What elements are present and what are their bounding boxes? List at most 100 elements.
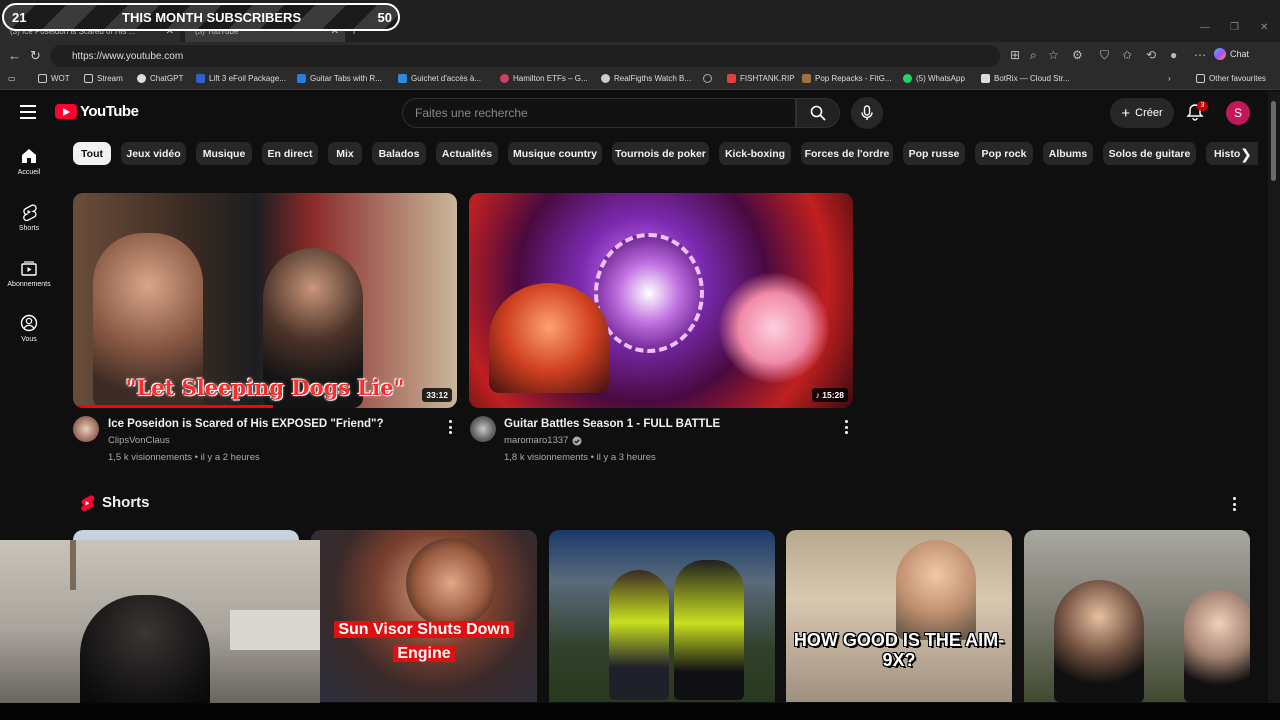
other-favourites[interactable]: Other favourites	[1196, 74, 1266, 83]
chip-pop-rock[interactable]: Pop rock	[975, 142, 1033, 165]
more-options-icon[interactable]	[843, 420, 849, 434]
channel-name[interactable]: maromaro1337	[504, 435, 582, 446]
home-icon	[22, 149, 36, 163]
sidebar-item-you[interactable]: Vous	[0, 314, 58, 343]
bookmark-label: FISHTANK.RIP	[740, 74, 795, 83]
shield-icon[interactable]: ⛉	[1100, 48, 1109, 63]
bookmark-item[interactable]: ChatGPT	[137, 74, 183, 83]
chip-pop-russe[interactable]: Pop russe	[903, 142, 965, 165]
video-title[interactable]: Guitar Battles Season 1 - FULL BATTLE	[504, 418, 720, 430]
url-field[interactable]: https://www.youtube.com	[50, 45, 1000, 67]
chatgpt-icon	[137, 74, 146, 83]
chip-actualites[interactable]: Actualités	[436, 142, 498, 165]
room-furniture	[230, 610, 320, 650]
zoom-icon[interactable]: ⌕	[1030, 48, 1037, 63]
maximize-icon[interactable]: ❐	[1230, 22, 1239, 33]
chip-balados[interactable]: Balados	[372, 142, 426, 165]
chip-kick-boxing[interactable]: Kick-boxing	[719, 142, 791, 165]
chip-jeux-video[interactable]: Jeux vidéo	[121, 142, 186, 165]
more-options-icon[interactable]	[447, 420, 453, 434]
view-count: 1,8 k visionnements	[504, 452, 588, 463]
chevron-right-icon[interactable]: ❯	[1236, 144, 1256, 164]
bookmark-item[interactable]: RealFigths Watch B...	[601, 74, 691, 83]
bookmark-item[interactable]: FISHTANK.RIP	[727, 74, 795, 83]
video-title[interactable]: Ice Poseidon is Scared of His EXPOSED "F…	[108, 418, 383, 430]
chip-albums[interactable]: Albums	[1043, 142, 1093, 165]
search-icon	[810, 105, 826, 121]
bookmark-item[interactable]: Pop Repacks - FitG...	[802, 74, 891, 83]
bookmark-item[interactable]: (5) WhatsApp	[903, 74, 965, 83]
menu-icon[interactable]	[20, 105, 36, 119]
history-icon[interactable]: ⟲	[1146, 48, 1156, 62]
video-thumbnail[interactable]: "Let Sleeping Dogs Lie" 33:12	[73, 193, 457, 408]
chip-musique-country[interactable]: Musique country	[508, 142, 602, 165]
search-input[interactable]: Faites une recherche	[402, 98, 796, 128]
account-avatar[interactable]: S	[1226, 101, 1250, 125]
copilot-chat-button[interactable]: Chat	[1214, 48, 1249, 60]
back-icon[interactable]: ←	[8, 48, 21, 63]
create-button[interactable]: + Créer	[1110, 98, 1174, 128]
bookmark-item[interactable]: Guichet d'accès à...	[398, 74, 481, 83]
chevron-right-icon[interactable]: ›	[1168, 74, 1171, 83]
bookmarks-bar: ▭ WOT Stream ChatGPT Lift 3 eFoil Packag…	[0, 70, 1280, 90]
short-card[interactable]	[549, 530, 775, 702]
extensions-icon[interactable]: ⚙	[1072, 48, 1083, 62]
bookmark-item[interactable]: Stream	[84, 74, 123, 83]
short-card[interactable]: HOW GOOD IS THE AIM-9X?	[786, 530, 1012, 702]
sidebar-label: Shorts	[18, 225, 40, 232]
reading-icon[interactable]: ▭	[8, 74, 16, 83]
bookmark-item[interactable]: WOT	[38, 74, 70, 83]
bookmark-label: Hamilton ETFs – G...	[513, 74, 588, 83]
short-caption: Sun Visor Shuts Down Engine	[311, 618, 537, 666]
bookmark-item[interactable]: Guitar Tabs with R...	[297, 74, 382, 83]
page-scrollbar[interactable]	[1268, 91, 1280, 703]
chip-en-direct[interactable]: En direct	[262, 142, 318, 165]
bookmark-item[interactable]: BotRix — Cloud Str...	[981, 74, 1070, 83]
subscriptions-icon	[21, 261, 37, 276]
channel-name[interactable]: ClipsVonClaus	[108, 435, 170, 446]
search-button[interactable]	[796, 98, 840, 128]
sidebar-item-home[interactable]: Accueil	[0, 147, 58, 176]
chip-solos-guitare[interactable]: Solos de guitare	[1103, 142, 1196, 165]
bookmark-item[interactable]: Hamilton ETFs – G...	[500, 74, 588, 83]
refresh-icon[interactable]: ↻	[30, 48, 41, 64]
app-icon[interactable]: ⊞	[1010, 48, 1020, 62]
yt-header: YouTube Faites une recherche + Créer 3 S	[0, 91, 1268, 135]
more-options-icon[interactable]	[1231, 497, 1237, 511]
more-icon[interactable]: ⋯	[1194, 48, 1206, 62]
sun-graphic	[719, 273, 829, 383]
chip-mix[interactable]: Mix	[328, 142, 362, 165]
bookmark-item[interactable]	[703, 74, 716, 83]
hamilton-icon	[500, 74, 509, 83]
youtube-logo[interactable]: YouTube	[55, 103, 139, 120]
channel-avatar[interactable]	[73, 416, 99, 442]
channel-avatar[interactable]	[470, 416, 496, 442]
star-icon[interactable]: ☆	[1048, 48, 1059, 62]
short-card[interactable]: Sun Visor Shuts Down Engine	[311, 530, 537, 702]
video-thumbnail[interactable]: ♪ 15:28	[469, 193, 853, 408]
create-label: Créer	[1135, 107, 1163, 119]
profile-icon[interactable]: ●	[1170, 48, 1177, 62]
chip-musique[interactable]: Musique	[196, 142, 252, 165]
duration-badge: ♪ 15:28	[811, 388, 848, 402]
chip-tout[interactable]: Tout	[73, 142, 111, 165]
favourites-icon[interactable]: ✩	[1122, 48, 1132, 62]
window-close-icon[interactable]: ✕	[1260, 22, 1268, 33]
scrollbar-thumb[interactable]	[1271, 101, 1276, 181]
bookmark-label: Stream	[97, 74, 123, 83]
chip-forces-ordre[interactable]: Forces de l'ordre	[801, 142, 893, 165]
duration-badge: 33:12	[422, 388, 452, 402]
sidebar-item-shorts[interactable]: Shorts	[0, 203, 58, 232]
microphone-icon	[861, 105, 873, 120]
short-person	[674, 560, 744, 700]
bookmark-item[interactable]: Lift 3 eFoil Package...	[196, 74, 286, 83]
short-card[interactable]	[1024, 530, 1250, 702]
plus-icon: +	[1121, 104, 1131, 122]
minimize-icon[interactable]: —	[1200, 22, 1210, 33]
logo-text: YouTube	[80, 103, 139, 120]
chip-tournois-poker[interactable]: Tournois de poker	[612, 142, 709, 165]
short-caption: HOW GOOD IS THE AIM-9X?	[793, 630, 1005, 670]
sidebar-item-subscriptions[interactable]: Abonnements	[0, 259, 58, 288]
fishtank-icon	[727, 74, 736, 83]
voice-search-button[interactable]	[851, 97, 883, 129]
